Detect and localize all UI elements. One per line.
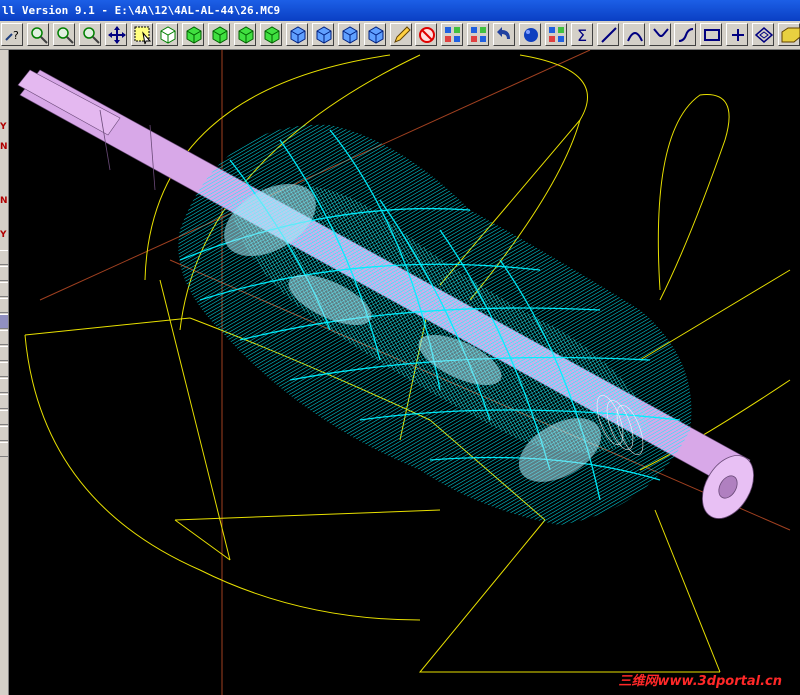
rectangle-button[interactable]: [700, 23, 723, 46]
svg-text:Σ: Σ: [577, 26, 587, 45]
zoom-window-button[interactable]: [26, 23, 49, 46]
view-custom-icon: [368, 26, 384, 44]
view-top-icon: [212, 26, 228, 44]
pan-button[interactable]: [104, 23, 127, 46]
help-icon: ?: [5, 29, 19, 42]
select-window-button[interactable]: [130, 23, 153, 46]
shade-icon: [524, 28, 538, 42]
view-left-button[interactable]: [337, 23, 360, 46]
arc-button[interactable]: [622, 23, 645, 46]
line-button[interactable]: [596, 23, 619, 46]
view-back-button[interactable]: [285, 23, 308, 46]
zoom-fit-icon: [82, 27, 100, 44]
view-top-button[interactable]: [208, 23, 231, 46]
side-button[interactable]: [0, 298, 8, 313]
grid-button[interactable]: [544, 23, 567, 46]
spline-icon: [679, 28, 694, 42]
zoom-window-icon: [31, 27, 48, 44]
fillet-button[interactable]: [648, 23, 671, 46]
view-left-icon: [342, 26, 358, 44]
graphics-viewport[interactable]: 三维网www.3dportal.cn: [9, 50, 800, 695]
transform-icon: [445, 27, 461, 42]
view-front-icon: [186, 26, 202, 44]
side-label: N: [0, 142, 8, 152]
select-window-icon: [134, 26, 151, 45]
side-button[interactable]: [0, 394, 8, 409]
shade-button[interactable]: [519, 23, 541, 46]
view-side-icon: [238, 26, 254, 44]
pan-icon: [107, 26, 126, 44]
view-right-icon: [264, 26, 280, 44]
rectangle-icon: [704, 29, 721, 41]
view-bottom-icon: [316, 26, 332, 44]
arc-icon: [626, 32, 643, 42]
box-button[interactable]: [778, 23, 800, 46]
view-iso-icon: [160, 26, 176, 44]
point-icon: [732, 29, 745, 41]
svg-text:?: ?: [13, 29, 19, 42]
side-button[interactable]: [0, 250, 8, 265]
left-panel: Y N N Y: [0, 50, 9, 695]
side-button[interactable]: [0, 410, 8, 425]
zoom-in-icon: [57, 27, 74, 44]
side-button[interactable]: [0, 378, 8, 393]
pencil-icon: [393, 26, 411, 43]
title-bar: ll Version 9.1 - E:\4A\12\4AL-AL-44\26.M…: [0, 0, 800, 21]
view-side-button[interactable]: [234, 23, 257, 46]
delete-button[interactable]: [415, 23, 438, 46]
side-label: N: [0, 196, 8, 206]
transform2-icon: [471, 27, 487, 42]
plane-icon: [754, 27, 774, 43]
view-custom-button[interactable]: [363, 23, 386, 46]
line-icon: [600, 27, 617, 43]
box-icon: [781, 27, 800, 43]
side-button[interactable]: [0, 426, 8, 441]
watermark: 三维网www.3dportal.cn: [619, 673, 782, 689]
fillet-icon: [652, 28, 669, 37]
sigma-icon: Σ: [577, 26, 587, 45]
side-button[interactable]: [0, 266, 8, 281]
view-right-button[interactable]: [260, 23, 282, 46]
zoom-in-button[interactable]: [52, 23, 75, 46]
transform-button[interactable]: [441, 23, 464, 46]
side-button[interactable]: [0, 442, 8, 457]
plane-button[interactable]: [752, 23, 775, 46]
side-button[interactable]: [0, 362, 8, 377]
pencil-button[interactable]: [389, 23, 412, 46]
view-back-icon: [290, 26, 306, 44]
undo-icon: [497, 27, 511, 39]
side-button[interactable]: [0, 330, 8, 345]
side-button[interactable]: [0, 314, 8, 329]
help-button[interactable]: ?: [1, 23, 23, 46]
point-button[interactable]: [726, 23, 749, 46]
undo-button[interactable]: [493, 23, 516, 46]
grid-icon: [548, 27, 564, 42]
view-front-button[interactable]: [182, 23, 205, 46]
transform2-button[interactable]: [467, 23, 490, 46]
side-label: Y: [0, 230, 7, 240]
side-label: Y: [0, 122, 7, 132]
delete-icon: [419, 27, 436, 43]
zoom-fit-button[interactable]: [78, 23, 101, 46]
view-bottom-button[interactable]: [311, 23, 334, 46]
side-button[interactable]: [0, 346, 8, 361]
spline-button[interactable]: [674, 23, 697, 46]
toolbar: ? Σ: [0, 21, 800, 50]
side-button[interactable]: [0, 282, 8, 297]
view-iso-button[interactable]: [156, 23, 179, 46]
sigma-button[interactable]: Σ: [570, 23, 593, 46]
window-title: ll Version 9.1 - E:\4A\12\4AL-AL-44\26.M…: [2, 4, 281, 17]
